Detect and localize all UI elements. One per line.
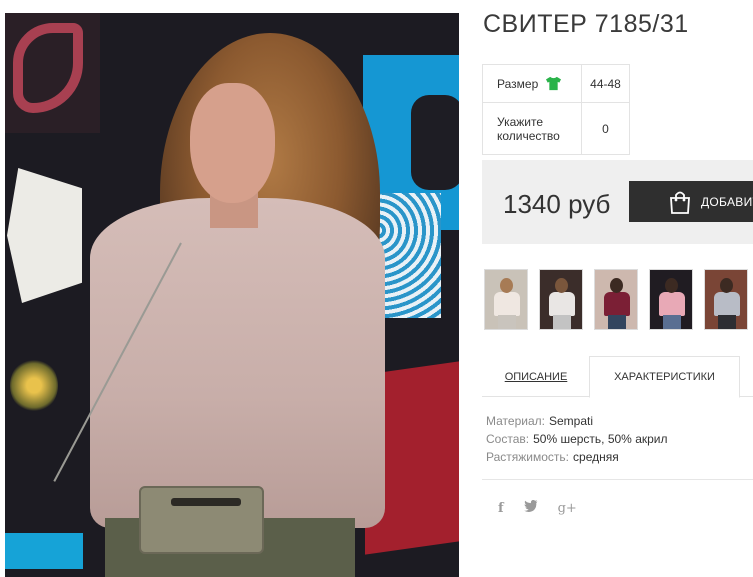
- product-title: СВИТЕР 7185/31: [483, 10, 689, 38]
- thumbnail-figure-legs: [718, 315, 736, 329]
- product-options-table: Размер 44-48 Укажите количество 0: [482, 64, 630, 155]
- quantity-input[interactable]: 0: [581, 102, 630, 155]
- twitter-icon[interactable]: [523, 499, 538, 516]
- specifications-list: Материал: Sempati Состав: 50% шерсть, 50% а…: [486, 412, 668, 466]
- size-label: Размер: [497, 76, 539, 91]
- spec-row: Материал: Sempati: [486, 412, 668, 430]
- model-bag: [139, 486, 264, 554]
- thumbnail-figure-legs: [553, 315, 571, 329]
- graffiti-blue-shape: [5, 533, 83, 569]
- facebook-icon[interactable]: f: [498, 501, 504, 516]
- product-tabs: ОПИСАНИЕ ХАРАКТЕРИСТИКИ: [482, 356, 753, 398]
- thumbnail-figure-legs: [663, 315, 681, 329]
- thumbnail-figure-head: [720, 278, 733, 293]
- social-share: f g+: [498, 499, 597, 516]
- size-chart-icon[interactable]: [545, 76, 562, 91]
- spec-row: Состав: 50% шерсть, 50% акрил: [486, 430, 668, 448]
- add-to-cart-label: ДОБАВИТ: [701, 194, 753, 209]
- product-main-photo[interactable]: [5, 13, 459, 577]
- tab-description[interactable]: ОПИСАНИЕ: [482, 356, 590, 397]
- product-price: 1340 руб: [503, 189, 611, 219]
- product-thumbnail[interactable]: [594, 269, 638, 330]
- spec-key: Материал:: [486, 414, 545, 428]
- add-to-cart-button[interactable]: ДОБАВИТ: [629, 181, 753, 222]
- spec-value: Sempati: [548, 414, 593, 428]
- spec-key: Состав:: [486, 432, 530, 446]
- product-thumbnail[interactable]: [539, 269, 583, 330]
- quantity-row: Укажите количество 0: [482, 102, 630, 155]
- spec-value: средняя: [573, 450, 619, 464]
- thumbnail-figure: [659, 292, 685, 316]
- spec-value: 50% шерсть, 50% акрил: [533, 432, 668, 446]
- thumbnail-gallery: [484, 269, 753, 330]
- spec-key: Растяжимость:: [486, 450, 570, 464]
- product-thumbnail[interactable]: [484, 269, 528, 330]
- size-row: Размер 44-48: [482, 64, 630, 103]
- thumbnail-figure: [494, 292, 520, 316]
- thumbnail-figure-legs: [498, 315, 516, 329]
- thumbnail-figure: [604, 292, 630, 316]
- model-sweater: [90, 198, 385, 528]
- divider: [482, 479, 753, 480]
- thumbnail-figure-legs: [608, 315, 626, 329]
- product-thumbnail[interactable]: [649, 269, 693, 330]
- google-plus-icon[interactable]: g+: [558, 501, 577, 516]
- model-face: [190, 83, 275, 203]
- shopping-bag-icon: [670, 191, 690, 214]
- thumbnail-figure: [714, 292, 740, 316]
- quantity-label: Укажите количество: [482, 102, 582, 155]
- tab-characteristics[interactable]: ХАРАКТЕРИСТИКИ: [589, 356, 740, 398]
- thumbnail-figure-head: [665, 278, 678, 293]
- product-thumbnail[interactable]: [704, 269, 748, 330]
- spec-row: Растяжимость: средняя: [486, 448, 668, 466]
- thumbnail-figure-head: [610, 278, 623, 293]
- thumbnail-figure: [549, 292, 575, 316]
- price-box: 1340 руб ДОБАВИТ: [482, 160, 753, 244]
- thumbnail-figure-head: [555, 278, 568, 293]
- size-value[interactable]: 44-48: [581, 64, 630, 103]
- size-label-cell: Размер: [482, 64, 582, 103]
- graffiti-flower: [10, 358, 58, 413]
- graffiti-hexagon: [7, 168, 82, 303]
- thumbnail-figure-head: [500, 278, 513, 293]
